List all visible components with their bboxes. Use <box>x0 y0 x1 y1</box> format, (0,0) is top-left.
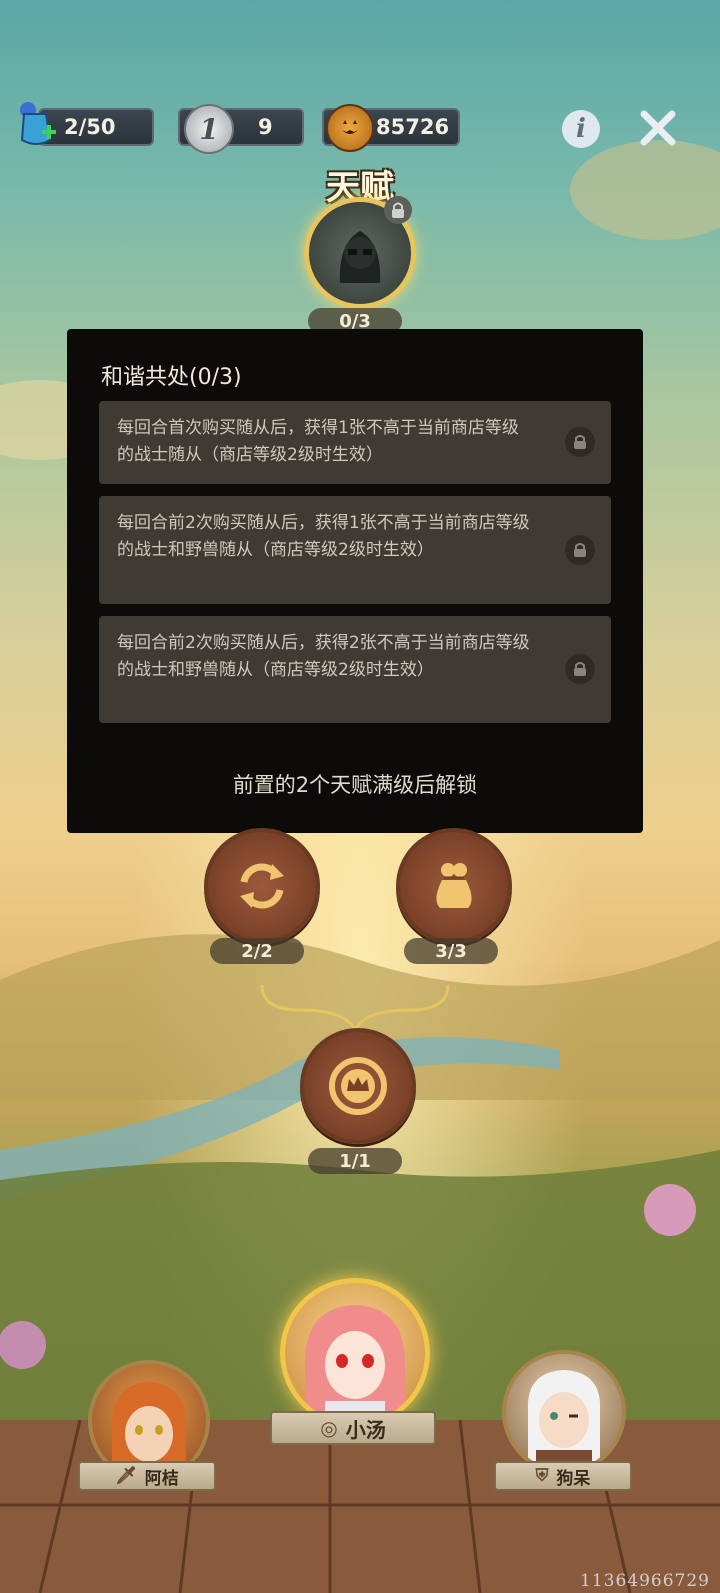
talent-detail-popup: 和谐共处(0/3) 每回合首次购买随从后，获得1张不高于当前商店等级的战士随从（… <box>67 329 643 833</box>
option-text: 每回合首次购买随从后，获得1张不高于当前商店等级的战士随从（商店等级2级时生效） <box>117 418 519 465</box>
character-right-portrait[interactable] <box>502 1350 626 1474</box>
refresh-talent-node[interactable] <box>204 828 320 944</box>
lock-icon <box>565 427 595 457</box>
crown-icon <box>329 1057 387 1115</box>
silver-coin-icon: 1 <box>184 104 234 154</box>
lock-icon <box>565 654 595 684</box>
crown-talent-node[interactable] <box>300 1028 416 1144</box>
sword-icon: 🗡 <box>115 1466 137 1486</box>
character-left-nameplate[interactable]: 🗡 阿桔 <box>78 1461 216 1491</box>
pumpkin-coin-icon <box>326 104 374 152</box>
popup-title: 和谐共处(0/3) <box>101 365 242 390</box>
talent-option-3: 每回合前2次购买随从后，获得2张不高于当前商店等级的战士和野兽随从（商店等级2级… <box>99 616 611 723</box>
gold-value: 85726 <box>376 115 450 139</box>
close-icon[interactable] <box>638 108 678 148</box>
character-center-nameplate[interactable]: ◎ 小汤 <box>270 1411 436 1445</box>
shield-icon: ◎ <box>320 1416 338 1440</box>
energy-value: 2/50 <box>64 115 116 139</box>
bag-talent-node[interactable] <box>396 828 512 944</box>
character-silhouette-icon <box>339 231 381 283</box>
talent-option-1: 每回合首次购买随从后，获得1张不高于当前商店等级的战士随从（商店等级2级时生效） <box>99 401 611 484</box>
talent-option-2: 每回合前2次购买随从后，获得1张不高于当前商店等级的战士和野兽随从（商店等级2级… <box>99 496 611 604</box>
character-center-name: 小汤 <box>345 1417 386 1442</box>
shield-icon: ⛨ <box>535 1466 549 1486</box>
silver-value: 9 <box>258 115 273 139</box>
potion-icon[interactable] <box>14 100 58 148</box>
bag-progress: 3/3 <box>404 938 498 964</box>
refresh-progress: 2/2 <box>210 938 304 964</box>
character-center-portrait[interactable] <box>280 1278 430 1428</box>
lock-icon <box>565 535 595 565</box>
option-text: 每回合前2次购买随从后，获得2张不高于当前商店等级的战士和野兽随从（商店等级2级… <box>117 633 530 680</box>
crown-progress: 1/1 <box>308 1148 402 1174</box>
character-right-nameplate[interactable]: ⛨ 狗呆 <box>494 1461 632 1491</box>
character-left-name: 阿桔 <box>144 1468 179 1489</box>
option-text: 每回合前2次购买随从后，获得1张不高于当前商店等级的战士和野兽随从（商店等级2级… <box>117 513 530 560</box>
character-right-name: 狗呆 <box>556 1468 591 1489</box>
refresh-icon <box>240 863 284 909</box>
money-bag-icon <box>436 863 472 908</box>
unlock-hint: 前置的2个天赋满级后解锁 <box>232 773 478 797</box>
footer-id: 11364966729 <box>580 1571 710 1591</box>
info-icon[interactable]: i <box>562 110 600 148</box>
lock-icon <box>384 196 412 224</box>
